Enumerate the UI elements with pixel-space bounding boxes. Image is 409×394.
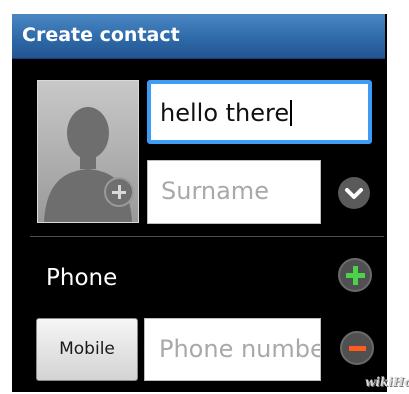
remove-phone-button[interactable]: [340, 331, 374, 365]
surname-placeholder: Surname: [161, 177, 269, 205]
minus-icon: [349, 346, 366, 351]
first-name-input[interactable]: hello there: [147, 80, 372, 144]
screenshot: Create contact hello there Surname Phone…: [0, 0, 409, 394]
add-phone-button[interactable]: [338, 258, 372, 292]
watermark: wikiHow: [365, 375, 409, 389]
chevron-down-icon: [345, 188, 363, 199]
page-title: Create contact: [22, 24, 180, 46]
surname-input[interactable]: Surname: [147, 160, 321, 224]
phone-type-button[interactable]: Mobile: [36, 318, 138, 381]
first-name-value: hello there: [160, 99, 290, 127]
expand-name-button[interactable]: [338, 177, 370, 209]
plus-icon-bar: [346, 273, 365, 278]
plus-circle-icon[interactable]: [104, 177, 134, 207]
phone-number-input[interactable]: Phone number: [144, 318, 321, 381]
section-divider: [30, 236, 384, 237]
text-cursor: [290, 100, 293, 126]
phone-section-label: Phone: [46, 265, 118, 291]
phone-number-placeholder: Phone number: [159, 335, 321, 363]
